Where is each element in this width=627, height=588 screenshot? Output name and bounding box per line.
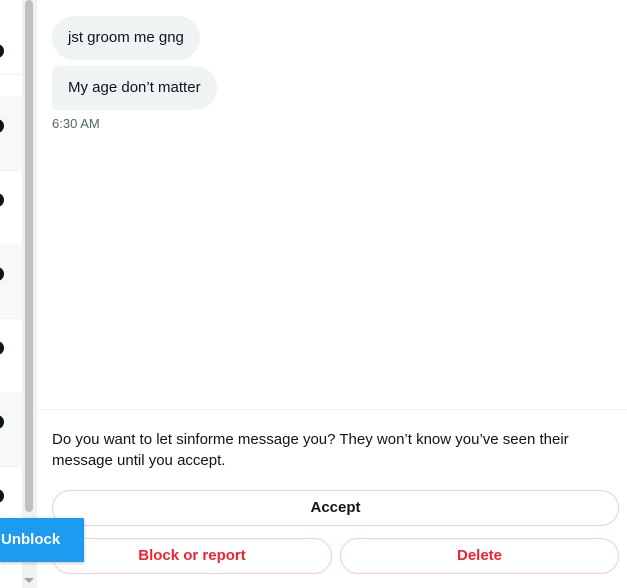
accept-button[interactable]: Accept xyxy=(52,490,619,526)
avatar xyxy=(0,415,4,429)
avatar xyxy=(0,193,4,207)
block-or-report-button[interactable]: Block or report xyxy=(52,538,332,574)
message-request-prompt: Do you want to let sinforme message you?… xyxy=(52,431,569,469)
message-bubble[interactable]: jst groom me gng xyxy=(52,16,200,60)
conversation-item[interactable] xyxy=(0,244,22,319)
avatar xyxy=(0,489,4,503)
divider xyxy=(36,0,37,588)
scroll-down-arrow-icon[interactable] xyxy=(24,578,34,583)
avatar xyxy=(0,267,4,281)
avatar xyxy=(0,44,4,58)
conversation-list xyxy=(0,0,22,588)
avatar xyxy=(0,119,4,133)
scrollbar-thumb[interactable] xyxy=(25,0,33,512)
unblock-button[interactable]: Unblock xyxy=(0,518,84,562)
divider xyxy=(37,409,627,410)
conversation-item[interactable] xyxy=(0,318,22,393)
delete-button[interactable]: Delete xyxy=(340,538,619,574)
conversation-item[interactable] xyxy=(0,96,22,171)
conversation-item[interactable] xyxy=(0,170,22,245)
conversation-item[interactable] xyxy=(0,0,22,75)
message-bubble[interactable]: My age don’t matter xyxy=(52,66,217,110)
message-timestamp: 6:30 AM xyxy=(52,116,100,131)
conversation-item[interactable] xyxy=(0,392,22,467)
avatar xyxy=(0,341,4,355)
